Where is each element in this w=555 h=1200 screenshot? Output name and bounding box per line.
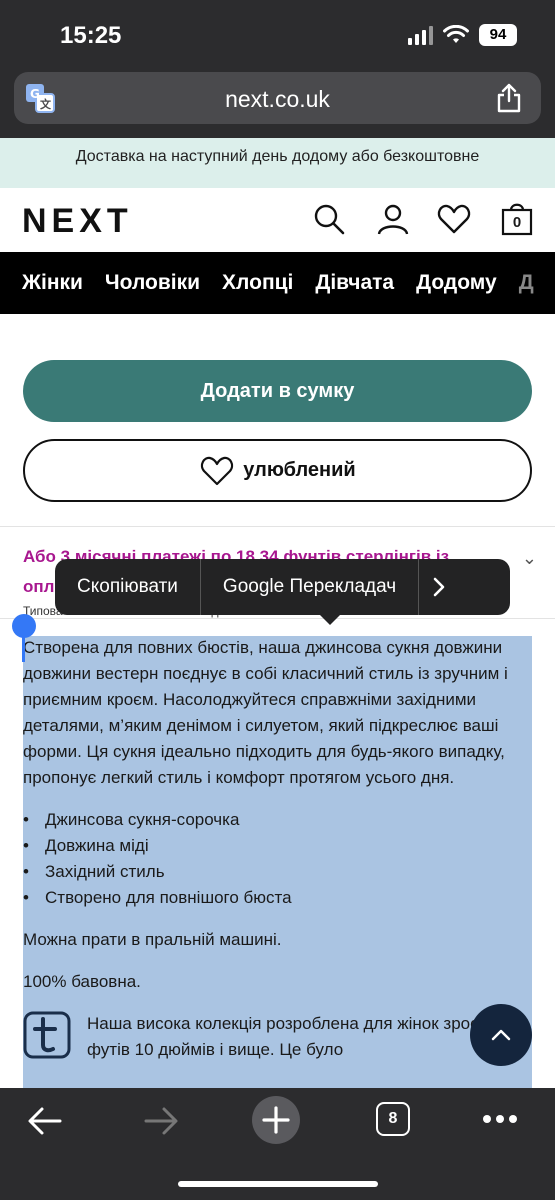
more-options-icon[interactable] (482, 1114, 518, 1124)
browser-chrome: 15:25 94 G 文 next.co.uk (0, 0, 555, 138)
product-description: Створена для повних бюстів, наша джинсов… (23, 635, 532, 1090)
site-header: NEXT 0 (0, 188, 555, 252)
next-logo[interactable]: NEXT (22, 202, 133, 241)
favourite-button[interactable]: улюблений (23, 439, 532, 502)
divider (0, 618, 555, 619)
nav-item-home[interactable]: Додому (416, 252, 497, 314)
menu-pointer (320, 615, 340, 625)
add-to-bag-button[interactable]: Додати в сумку (23, 360, 532, 422)
list-item: Джинсова сукня-сорочка (23, 807, 532, 833)
search-icon[interactable] (312, 202, 346, 236)
url-text[interactable]: next.co.uk (14, 86, 541, 113)
favourite-label: улюблений (243, 459, 356, 481)
copy-menu-item[interactable]: Скопіювати (55, 559, 200, 615)
care-instructions: Можна прати в пральній машині. (23, 930, 282, 949)
bag-button[interactable]: 0 (500, 200, 534, 236)
plus-icon (262, 1106, 290, 1134)
account-icon[interactable] (376, 202, 410, 236)
new-tab-button[interactable] (252, 1096, 300, 1144)
divider (0, 526, 555, 527)
chevron-down-icon[interactable]: ⌄ (522, 548, 537, 569)
selection-caret (22, 636, 25, 662)
google-translate-menu-item[interactable]: Google Перекладач (201, 559, 418, 615)
nav-item-men[interactable]: Чоловіки (105, 252, 200, 314)
chevron-up-icon (491, 1029, 511, 1041)
list-item: Західний стиль (23, 859, 532, 885)
nav-item-girls[interactable]: Дівчата (315, 252, 394, 314)
cellular-signal-icon (408, 25, 433, 45)
text-context-menu: Скопіювати Google Перекладач (55, 559, 510, 625)
favourites-icon[interactable] (437, 202, 471, 236)
status-time: 15:25 (60, 22, 122, 49)
feature-list: Джинсова сукня-сорочка Довжина міді Захі… (23, 807, 532, 911)
share-icon[interactable] (495, 82, 523, 114)
material-composition: 100% бавовна. (23, 972, 141, 991)
wifi-icon (443, 25, 469, 43)
tab-count-button[interactable]: 8 (376, 1102, 410, 1136)
address-bar[interactable]: G 文 next.co.uk (14, 72, 541, 124)
tall-logo-icon (23, 1011, 71, 1059)
battery-indicator: 94 (479, 24, 517, 46)
home-indicator[interactable] (178, 1181, 378, 1187)
selection-handle-start[interactable] (12, 614, 36, 638)
forward-arrow-icon[interactable] (142, 1104, 180, 1138)
back-arrow-icon[interactable] (26, 1104, 64, 1138)
description-intro: Створена для повних бюстів, наша джинсов… (23, 638, 508, 787)
list-item: Довжина міді (23, 833, 532, 859)
heart-icon (201, 456, 234, 485)
chevron-right-icon[interactable] (419, 559, 459, 615)
status-icons: 94 (408, 24, 517, 46)
tall-collection-text: Наша висока колекція розроблена для жіно… (87, 1014, 522, 1059)
scroll-to-top-button[interactable] (470, 1004, 532, 1066)
nav-item-boys[interactable]: Хлопці (222, 252, 293, 314)
nav-item-truncated[interactable]: Д (519, 252, 534, 314)
list-item: Створено для повнішого бюста (23, 885, 532, 911)
nav-item-women[interactable]: Жінки (22, 252, 83, 314)
bag-count: 0 (512, 214, 522, 231)
category-nav: Жінки Чоловіки Хлопці Дівчата Додому Д (0, 252, 555, 314)
tall-collection: Наша висока колекція розроблена для жіно… (23, 1011, 532, 1063)
delivery-banner[interactable]: Доставка на наступний день додому або бе… (0, 138, 555, 188)
